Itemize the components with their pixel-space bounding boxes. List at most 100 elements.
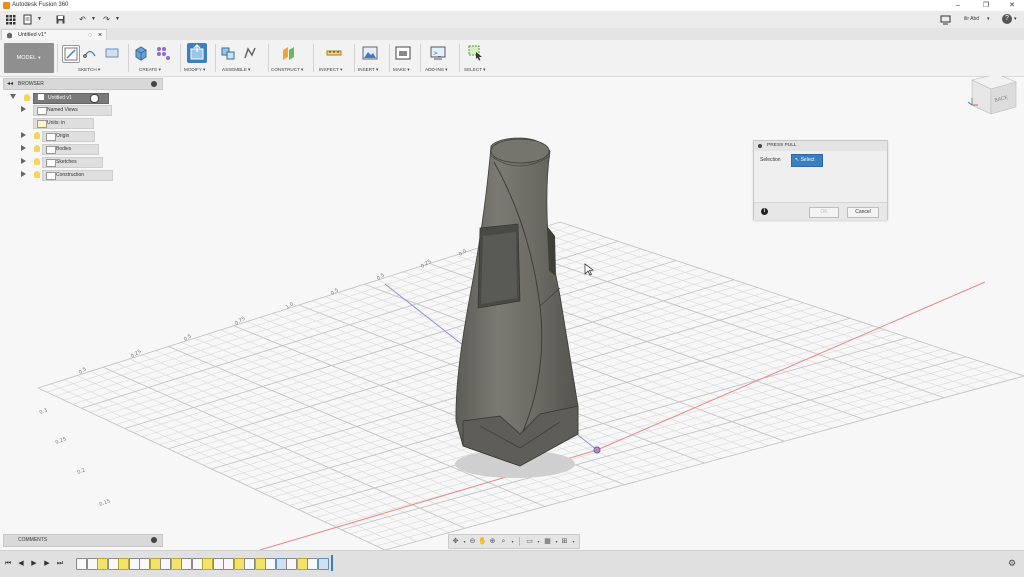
browser-item-units[interactable]: Units: in — [10, 118, 160, 129]
timeline-feature-icon[interactable] — [76, 558, 87, 570]
browser-item-origin[interactable]: Origin — [10, 131, 160, 142]
fit-chevron-icon[interactable]: ▾ — [508, 537, 517, 546]
timeline-feature-icon[interactable] — [265, 558, 276, 570]
expand-root-icon[interactable] — [10, 94, 16, 99]
timeline-marker[interactable] — [331, 555, 333, 571]
joint-icon[interactable] — [242, 45, 258, 61]
assemble-menu-label[interactable]: ASSEMBLE ▾ — [222, 67, 250, 73]
step-back-icon[interactable]: ◀ — [17, 559, 25, 568]
construction-chip[interactable]: Construction — [42, 170, 113, 181]
3d-model-body[interactable] — [455, 137, 579, 467]
workspace-switcher[interactable]: MODEL ▼ — [4, 43, 54, 73]
timeline-settings-gear-icon[interactable]: ⚙ — [1008, 558, 1018, 568]
step-forward-icon[interactable]: ▶ — [43, 559, 51, 568]
line-arc-icon[interactable] — [82, 45, 98, 61]
modify-menu-label[interactable]: MODIFY ▾ — [184, 67, 205, 73]
collapse-browser-icon[interactable]: ◂◂ — [7, 79, 13, 89]
3d-print-icon[interactable] — [395, 45, 411, 61]
scripts-icon[interactable]: >_ — [430, 45, 446, 61]
timeline-feature-icon[interactable] — [181, 558, 192, 570]
redo-icon[interactable]: ↷ — [101, 14, 112, 25]
insert-image-icon[interactable] — [362, 45, 378, 61]
press-pull-icon[interactable] — [187, 43, 207, 63]
expand-icon[interactable] — [21, 171, 26, 177]
file-menu-chevron-icon[interactable]: ▼ — [34, 14, 45, 25]
timeline-feature-icon[interactable] — [223, 558, 234, 570]
timeline-feature-icon[interactable] — [170, 558, 182, 570]
timeline-feature-icon[interactable] — [296, 558, 308, 570]
visibility-bulb-icon[interactable] — [34, 145, 40, 152]
look-at-icon[interactable]: ⊖ — [468, 537, 477, 546]
browser-item-named-views[interactable]: Named Views — [10, 105, 160, 116]
stop-sketch-icon[interactable] — [104, 45, 120, 61]
activate-radio-icon[interactable] — [90, 93, 99, 103]
origin-chip[interactable]: Origin — [42, 131, 95, 142]
orbit-icon[interactable]: ✥ — [451, 537, 460, 546]
undo-chevron-icon[interactable]: ▼ — [88, 14, 99, 25]
select-cursor-icon[interactable] — [468, 45, 484, 61]
construct-menu-label[interactable]: CONSTRUCT ▾ — [271, 67, 303, 73]
timeline-feature-icon[interactable] — [202, 558, 213, 570]
fit-icon[interactable]: ⌕ — [499, 537, 508, 546]
timeline-feature-icon[interactable] — [118, 558, 129, 570]
timeline-feature-icon[interactable] — [149, 558, 161, 570]
user-name[interactable]: ilir Abd — [964, 14, 979, 25]
pattern-grid-icon[interactable] — [155, 45, 171, 61]
visibility-bulb-icon[interactable] — [34, 158, 40, 165]
timeline-feature-icon[interactable] — [191, 558, 203, 570]
dialog-header[interactable]: PRESS PULL — [754, 141, 887, 151]
close-window-button[interactable]: ✕ — [1004, 0, 1020, 11]
viewports-icon[interactable]: ⊞ — [560, 537, 569, 546]
timeline-feature-icon[interactable] — [212, 558, 224, 570]
help-icon[interactable]: ? — [1002, 14, 1012, 24]
timeline-feature-icon[interactable] — [97, 558, 108, 570]
browser-item-construction[interactable]: Construction — [10, 170, 160, 181]
add-ins-menu-label[interactable]: ADD-INS ▾ — [425, 67, 447, 73]
undo-icon[interactable]: ↶ — [77, 14, 88, 25]
job-status-icon[interactable] — [940, 14, 951, 25]
expand-icon[interactable] — [21, 158, 26, 164]
browser-item-bodies[interactable]: Bodies — [10, 144, 160, 155]
go-to-end-icon[interactable]: ⏭ — [56, 559, 64, 568]
expand-icon[interactable] — [21, 145, 26, 151]
select-button[interactable]: ↖ Select — [791, 154, 823, 167]
sketch-menu-label[interactable]: SKETCH ▾ — [78, 67, 100, 73]
restore-button[interactable]: ❐ — [978, 0, 994, 11]
create-sketch-icon[interactable] — [62, 45, 80, 63]
viewports-chevron-icon[interactable]: ▾ — [569, 537, 578, 546]
units-chip[interactable]: Units: in — [33, 118, 94, 129]
timeline-feature-icon[interactable] — [275, 558, 287, 570]
visibility-bulb-icon[interactable] — [34, 171, 40, 178]
timeline-feature-icon[interactable] — [286, 558, 297, 570]
timeline-feature-icon[interactable] — [107, 558, 119, 570]
display-chevron-icon[interactable]: ▾ — [534, 537, 543, 546]
play-icon[interactable]: ▶ — [30, 559, 38, 568]
create-menu-label[interactable]: CREATE ▾ — [139, 67, 161, 73]
expand-icon[interactable] — [21, 106, 26, 112]
visibility-bulb-icon[interactable] — [34, 132, 40, 139]
ok-button[interactable]: OK — [809, 207, 839, 218]
timeline-feature-icon[interactable] — [139, 558, 150, 570]
timeline-feature-icon[interactable] — [160, 558, 171, 570]
timeline-feature-icon[interactable] — [307, 558, 318, 570]
select-menu-label[interactable]: SELECT ▾ — [464, 67, 485, 73]
inspect-menu-label[interactable]: INSPECT ▾ — [319, 67, 342, 73]
user-menu-chevron-icon[interactable]: ▾ — [987, 14, 990, 25]
minimize-button[interactable]: – — [950, 0, 966, 11]
view-cube[interactable]: BACK — [967, 76, 1017, 115]
timeline-feature-icon[interactable] — [244, 558, 255, 570]
timeline-feature-icon[interactable] — [317, 558, 329, 570]
go-to-start-icon[interactable]: ⏮ — [4, 559, 12, 568]
bodies-chip[interactable]: Bodies — [42, 144, 99, 155]
timeline-feature-icon[interactable] — [86, 558, 98, 570]
expand-icon[interactable] — [21, 132, 26, 138]
grid-settings-icon[interactable]: ▦ — [543, 537, 552, 546]
timeline-feature-icon[interactable] — [128, 558, 140, 570]
help-chevron-icon[interactable]: ▾ — [1014, 14, 1017, 25]
browser-item-sketches[interactable]: Sketches — [10, 157, 160, 168]
timeline-feature-icon[interactable] — [254, 558, 266, 570]
new-component-icon[interactable] — [220, 45, 236, 61]
pan-hand-icon[interactable]: ✋ — [478, 537, 487, 546]
insert-menu-label[interactable]: INSERT ▾ — [358, 67, 378, 73]
named-views-chip[interactable]: Named Views — [33, 105, 112, 116]
